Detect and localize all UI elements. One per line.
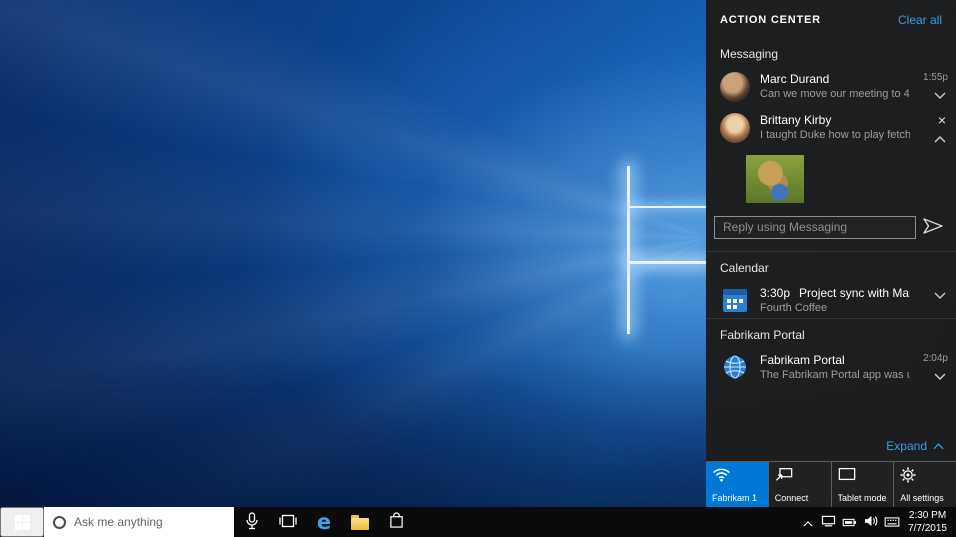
action-center-header: ACTION CENTER Clear all xyxy=(706,0,956,38)
globe-icon xyxy=(722,354,748,380)
close-icon: × xyxy=(938,114,946,126)
edge-browser-button[interactable]: e xyxy=(306,507,342,537)
event-time: 3:30p xyxy=(760,286,790,300)
touch-keyboard-tray-button[interactable] xyxy=(881,507,902,537)
expand-label: Expand xyxy=(886,439,927,453)
calendar-icon xyxy=(722,287,748,313)
battery-tray-button[interactable] xyxy=(839,507,860,537)
expand-notification-button[interactable] xyxy=(932,86,948,103)
chevron-up-icon xyxy=(933,439,944,453)
chevron-up-icon xyxy=(934,131,946,146)
notification-title: Fabrikam Portal xyxy=(760,353,910,367)
notification-body: I taught Duke how to play fetch yesterda… xyxy=(760,129,910,141)
cortana-search-box[interactable] xyxy=(44,507,234,537)
clock-time: 2:30 PM xyxy=(908,509,947,522)
speaker-icon xyxy=(864,515,878,530)
quick-action-fabrikam-1[interactable]: Fabrikam 1 xyxy=(706,462,768,507)
quick-action-label: Fabrikam 1 xyxy=(712,493,762,503)
notification-body: The Fabrikam Portal app was updated xyxy=(760,369,910,381)
section-label-fabrikam: Fabrikam Portal xyxy=(706,319,956,347)
system-tray: 2:30 PM 7/7/2015 xyxy=(797,507,956,537)
notification-title: Marc Durand xyxy=(760,72,910,86)
action-center-title: ACTION CENTER xyxy=(720,14,821,26)
notification-title: Brittany Kirby xyxy=(760,113,910,127)
tablet-mode-icon xyxy=(838,467,888,484)
chevron-up-icon xyxy=(803,515,813,530)
section-messaging: Messaging Marc Durand Can we move our me… xyxy=(706,38,956,251)
keyboard-icon xyxy=(884,515,900,530)
task-view-button[interactable] xyxy=(270,507,306,537)
chevron-down-icon xyxy=(934,368,946,383)
notification-time: 2:04p xyxy=(923,353,948,364)
search-input[interactable] xyxy=(74,515,225,529)
expand-quick-actions-link[interactable]: Expand xyxy=(706,433,956,461)
wallpaper-light-edge-horizontal-2 xyxy=(629,261,708,264)
task-view-icon xyxy=(278,513,298,532)
show-hidden-icons-button[interactable] xyxy=(797,507,818,537)
microphone-icon xyxy=(246,512,258,533)
wifi-icon xyxy=(712,467,762,485)
settings-gear-icon xyxy=(900,467,950,486)
notification-fabrikam-portal[interactable]: Fabrikam Portal The Fabrikam Portal app … xyxy=(706,347,956,388)
start-button[interactable] xyxy=(0,507,44,537)
avatar xyxy=(720,113,750,143)
volume-tray-button[interactable] xyxy=(860,507,881,537)
notification-photo-dog xyxy=(746,155,804,203)
send-button[interactable] xyxy=(916,215,950,239)
chevron-down-icon xyxy=(934,87,946,102)
collapse-notification-button[interactable] xyxy=(932,130,948,147)
windows-logo-icon xyxy=(15,515,30,530)
quick-action-label: Connect xyxy=(775,493,825,503)
notification-marc-durand[interactable]: Marc Durand Can we move our meeting to 4… xyxy=(706,66,956,107)
section-calendar: Calendar 3:30p Project sync with Marc Fou… xyxy=(706,251,956,318)
microphone-button[interactable] xyxy=(234,507,270,537)
network-tray-button[interactable] xyxy=(818,507,839,537)
quick-action-connect[interactable]: Connect xyxy=(768,462,831,507)
edge-icon: e xyxy=(317,512,331,533)
quick-action-label: All settings xyxy=(900,493,950,503)
quick-action-label: Tablet mode xyxy=(838,493,888,503)
chevron-down-icon xyxy=(934,287,946,302)
network-icon xyxy=(821,515,836,530)
send-icon xyxy=(922,217,944,238)
section-label-calendar: Calendar xyxy=(706,252,956,280)
quick-actions-row: Fabrikam 1 Connect Tablet mode xyxy=(706,461,956,507)
taskbar: e xyxy=(0,507,956,537)
section-label-messaging: Messaging xyxy=(706,38,956,66)
reply-input[interactable] xyxy=(714,216,916,239)
folder-icon xyxy=(351,518,369,530)
event-location: Fourth Coffee xyxy=(760,302,910,314)
expand-notification-button[interactable] xyxy=(932,367,948,384)
notification-brittany-kirby[interactable]: Brittany Kirby I taught Duke how to play… xyxy=(706,107,956,151)
reply-row xyxy=(706,209,956,251)
quick-action-all-settings[interactable]: All settings xyxy=(893,462,956,507)
clock[interactable]: 2:30 PM 7/7/2015 xyxy=(902,509,956,535)
event-title: Project sync with Marc xyxy=(799,286,910,300)
action-center-panel: ACTION CENTER Clear all Messaging Marc D… xyxy=(706,0,956,507)
battery-icon xyxy=(842,515,857,530)
clock-date: 7/7/2015 xyxy=(908,522,947,535)
avatar xyxy=(720,72,750,102)
wallpaper-light-edge-horizontal-1 xyxy=(629,206,708,208)
notification-time: 1:55p xyxy=(923,72,948,83)
screen: ACTION CENTER Clear all Messaging Marc D… xyxy=(0,0,956,537)
wallpaper-light-edge-vertical xyxy=(627,166,630,334)
clear-all-link[interactable]: Clear all xyxy=(898,13,942,27)
expand-notification-button[interactable] xyxy=(932,286,948,303)
cortana-icon xyxy=(53,516,66,529)
file-explorer-button[interactable] xyxy=(342,507,378,537)
windows-store-button[interactable] xyxy=(378,507,414,537)
store-bag-icon xyxy=(389,512,404,532)
dismiss-notification-button[interactable]: × xyxy=(936,113,948,127)
notification-calendar-event[interactable]: 3:30p Project sync with Marc Fourth Coffe… xyxy=(706,280,956,318)
notification-body: Can we move our meeting to 4pm? xyxy=(760,88,910,100)
quick-action-tablet-mode[interactable]: Tablet mode xyxy=(831,462,894,507)
connect-icon xyxy=(775,467,825,485)
section-fabrikam-portal: Fabrikam Portal Fabrikam Portal The Fabr xyxy=(706,318,956,388)
